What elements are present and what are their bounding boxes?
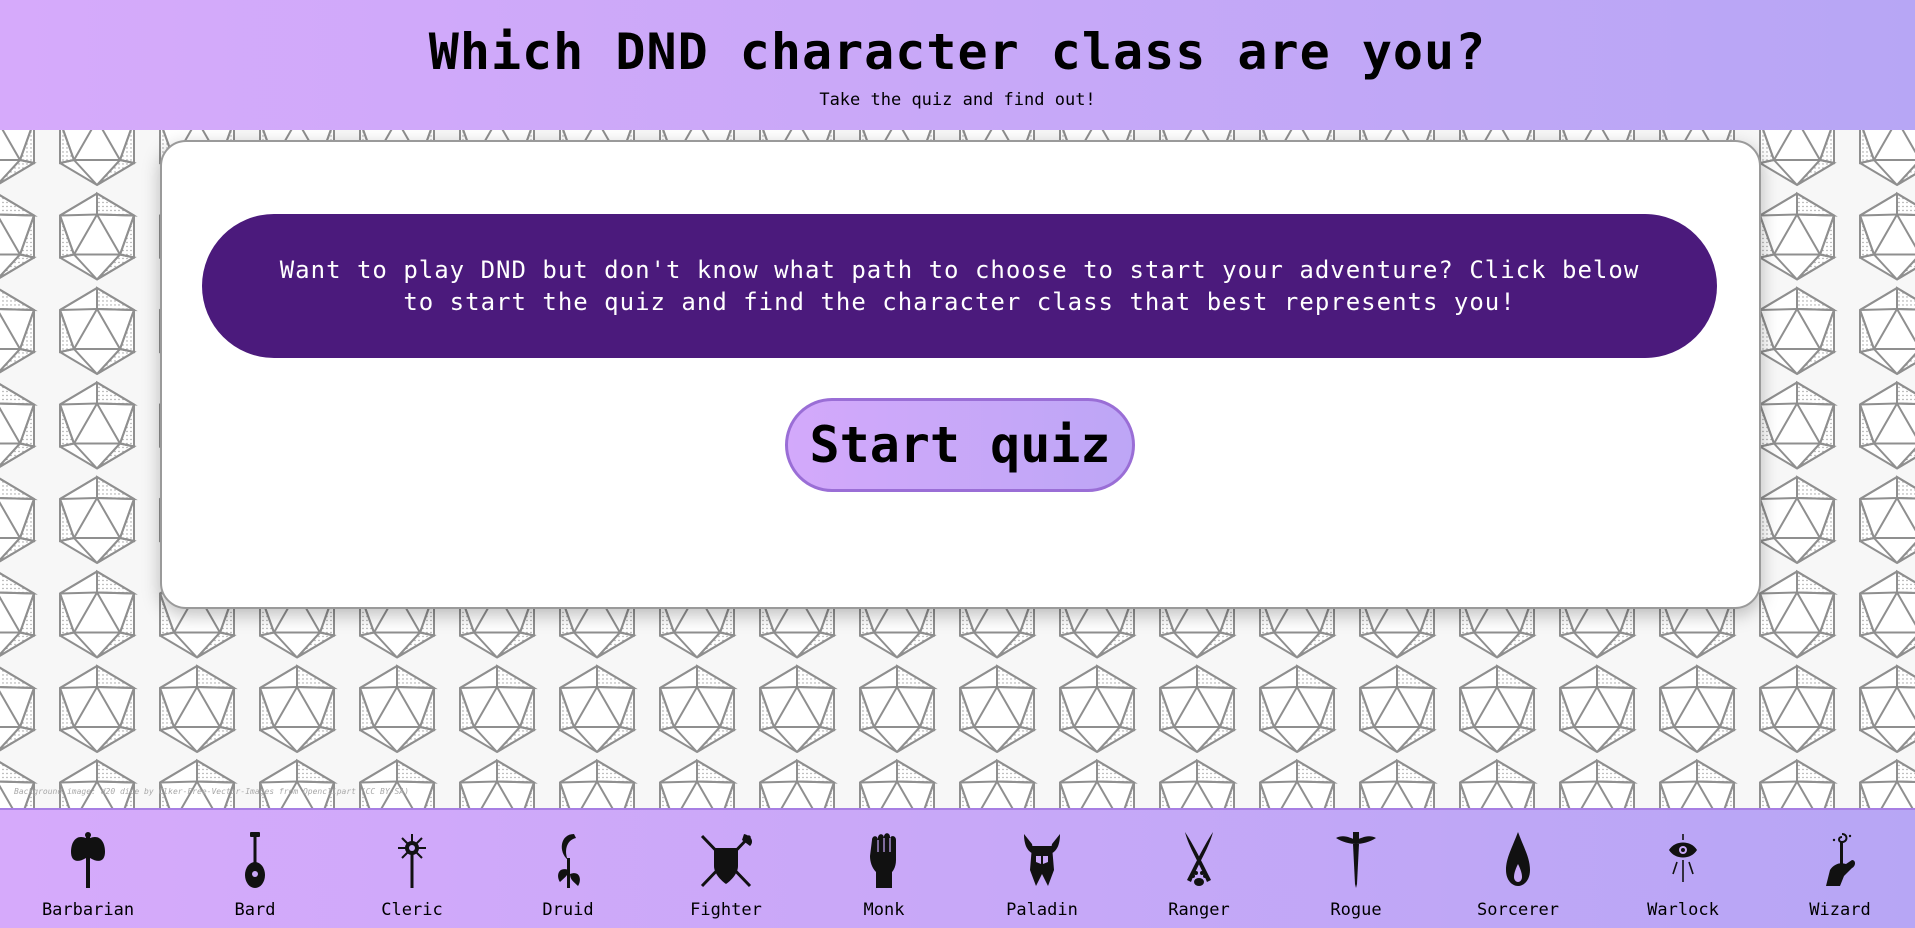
winged-helm-icon <box>1024 834 1060 886</box>
class-item-cleric[interactable]: Cleric <box>342 830 482 920</box>
intro-card: Want to play DND but don't know what pat… <box>160 140 1761 609</box>
class-item-sorcerer[interactable]: Sorcerer <box>1448 830 1588 920</box>
page-subtitle: Take the quiz and find out! <box>819 90 1096 110</box>
fist-icon <box>870 833 896 888</box>
sickle-leaf-icon <box>558 834 580 888</box>
class-item-barbarian[interactable]: Barbarian <box>18 830 158 920</box>
page-header: Which DND character class are you? Take … <box>0 0 1915 130</box>
magic-hand-icon <box>1826 833 1855 886</box>
lute-icon <box>245 832 265 888</box>
class-label: Warlock <box>1647 900 1719 920</box>
flame-drop-icon <box>1506 832 1530 886</box>
class-label: Paladin <box>1006 900 1078 920</box>
intro-text: Want to play DND but don't know what pat… <box>279 256 1640 316</box>
class-label: Fighter <box>690 900 762 920</box>
class-label: Wizard <box>1809 900 1871 920</box>
class-item-wizard[interactable]: Wizard <box>1770 830 1910 920</box>
crossed-blades-paw-icon <box>1185 832 1213 886</box>
class-item-bard[interactable]: Bard <box>185 830 325 920</box>
class-label: Cleric <box>381 900 443 920</box>
class-label: Bard <box>234 900 276 920</box>
intro-banner: Want to play DND but don't know what pat… <box>202 214 1717 358</box>
class-label: Sorcerer <box>1477 900 1559 920</box>
class-item-ranger[interactable]: Ranger <box>1129 830 1269 920</box>
class-label: Monk <box>863 900 905 920</box>
class-item-monk[interactable]: Monk <box>814 830 954 920</box>
class-item-rogue[interactable]: Rogue <box>1286 830 1426 920</box>
background-image-credit: Background image: d20 dice by Clker-Free… <box>14 787 409 796</box>
eye-icon <box>1669 834 1697 882</box>
class-icon-bar: Barbarian Bard Cleric Druid Fighter Monk… <box>0 808 1915 928</box>
dagger-icon <box>1336 832 1376 888</box>
start-quiz-button[interactable]: Start quiz <box>785 398 1135 492</box>
class-label: Druid <box>542 900 594 920</box>
class-label: Barbarian <box>41 900 135 920</box>
class-item-warlock[interactable]: Warlock <box>1613 830 1753 920</box>
class-label: Rogue <box>1330 900 1382 920</box>
class-item-druid[interactable]: Druid <box>498 830 638 920</box>
page-title: Which DND character class are you? <box>428 23 1487 81</box>
class-item-paladin[interactable]: Paladin <box>972 830 1112 920</box>
class-item-fighter[interactable]: Fighter <box>656 830 796 920</box>
axe-icon <box>71 832 105 888</box>
holy-mace-icon <box>398 834 426 888</box>
crossed-weapons-shield-icon <box>700 834 752 888</box>
class-label: Ranger <box>1168 900 1230 920</box>
